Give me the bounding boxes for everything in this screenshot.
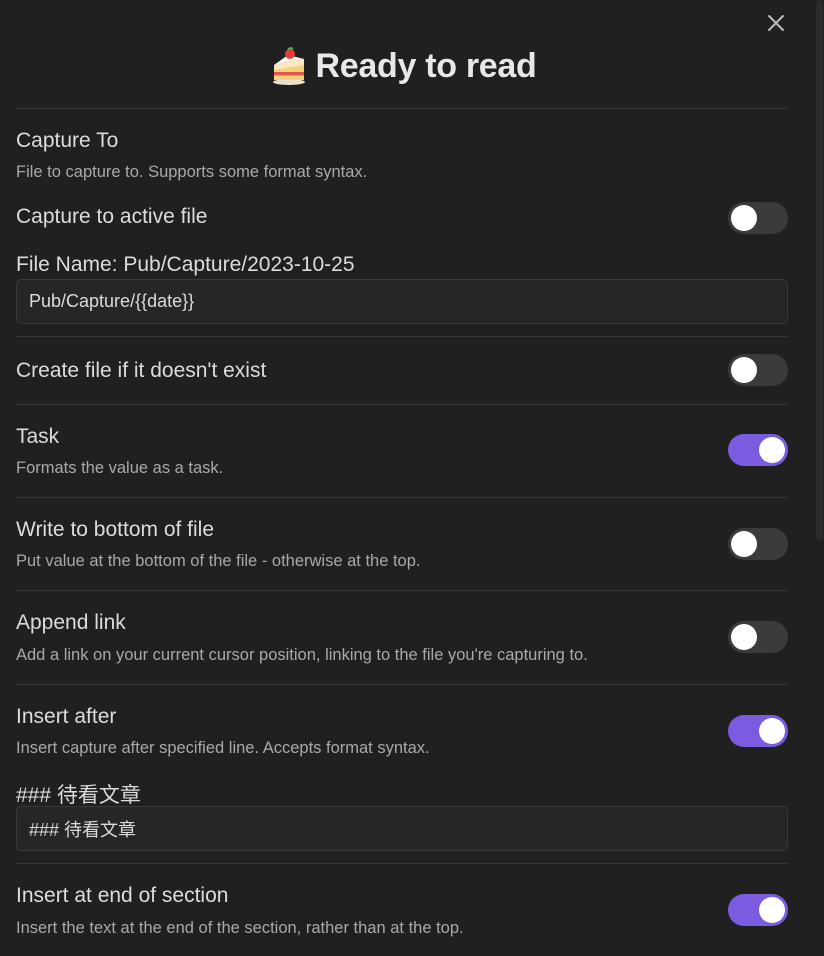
capture-settings-modal: Ready to read Capture To File to capture… [0, 0, 824, 956]
insert-after-toggle[interactable] [728, 715, 788, 747]
write-bottom-toggle[interactable] [728, 528, 788, 560]
divider [16, 336, 788, 337]
insert-end-toggle[interactable] [728, 894, 788, 926]
create-file-label: Create file if it doesn't exist [16, 359, 267, 382]
append-link-label: Append link [16, 611, 126, 634]
divider [16, 863, 788, 864]
file-name-label: File Name: Pub/Capture/2023-10-25 [16, 253, 355, 276]
divider [16, 404, 788, 405]
close-icon [768, 15, 784, 31]
create-file-toggle[interactable] [728, 354, 788, 386]
divider [16, 684, 788, 685]
modal-header: Ready to read [0, 40, 804, 92]
task-label: Task [16, 425, 60, 448]
insert-after-description: Insert capture after specified line. Acc… [16, 739, 430, 757]
divider [16, 497, 788, 498]
close-button[interactable] [762, 9, 790, 37]
insert-after-label: Insert after [16, 705, 117, 728]
toggle-knob [759, 897, 785, 923]
scrollbar[interactable] [816, 0, 823, 540]
insert-end-description: Insert the text at the end of the sectio… [16, 919, 464, 937]
append-link-toggle[interactable] [728, 621, 788, 653]
toggle-knob [731, 624, 757, 650]
capture-active-file-label: Capture to active file [16, 205, 208, 228]
capture-to-description: File to capture to. Supports some format… [16, 163, 368, 181]
insert-after-preview: ### 待看文章 [16, 784, 141, 807]
toggle-knob [731, 531, 757, 557]
toggle-knob [759, 437, 785, 463]
toggle-knob [731, 357, 757, 383]
insert-end-label: Insert at end of section [16, 884, 229, 907]
capture-to-label: Capture To [16, 129, 119, 152]
insert-after-input[interactable]: ### 待看文章 [16, 806, 788, 851]
divider [16, 590, 788, 591]
task-toggle[interactable] [728, 434, 788, 466]
cake-emoji-icon [272, 47, 305, 85]
toggle-knob [731, 205, 757, 231]
write-bottom-label: Write to bottom of file [16, 518, 215, 541]
capture-active-file-toggle[interactable] [728, 202, 788, 234]
append-link-description: Add a link on your current cursor positi… [16, 646, 588, 664]
modal-title: Ready to read [315, 46, 537, 85]
task-description: Formats the value as a task. [16, 459, 224, 477]
divider [16, 108, 788, 109]
file-name-input[interactable]: Pub/Capture/{{date}} [16, 279, 788, 324]
write-bottom-description: Put value at the bottom of the file - ot… [16, 552, 421, 570]
toggle-knob [759, 718, 785, 744]
